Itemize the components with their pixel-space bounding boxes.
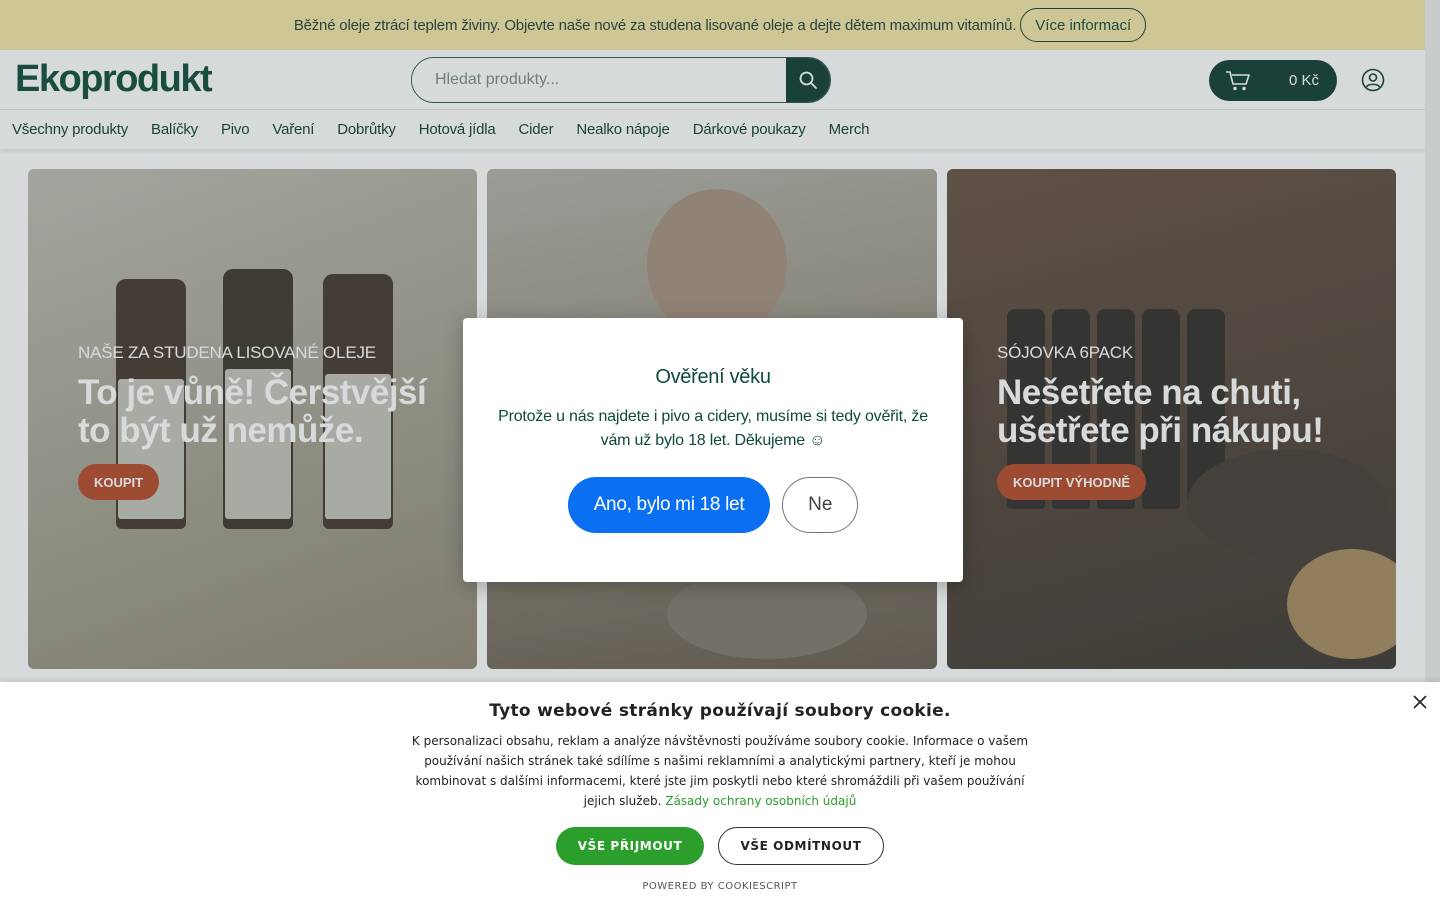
reject-all-button[interactable]: Vše odmítnout (718, 827, 884, 865)
scrollbar[interactable] (1425, 0, 1440, 682)
cookie-text: K personalizaci obsahu, reklam a analýze… (410, 731, 1030, 811)
modal-actions: Ano, bylo mi 18 let Ne (463, 477, 963, 533)
cookie-banner: Tyto webové stránky používají soubory co… (0, 682, 1440, 900)
cookie-title: Tyto webové stránky používají soubory co… (489, 701, 951, 721)
privacy-policy-link[interactable]: Zásady ochrany osobních údajů (665, 794, 856, 808)
confirm-age-button[interactable]: Ano, bylo mi 18 let (567, 477, 771, 533)
powered-by-text[interactable]: Powered by CookieScript (0, 881, 1440, 892)
modal-text: Protože u nás najdete i pivo a cidery, m… (498, 408, 928, 449)
cookie-actions: Vše přijmout Vše odmítnout (0, 827, 1440, 865)
accept-all-button[interactable]: Vše přijmout (556, 827, 704, 865)
close-icon[interactable] (1412, 694, 1428, 710)
deny-age-button[interactable]: Ne (782, 477, 859, 533)
modal-title: Ověření věku (655, 366, 771, 388)
age-verification-modal: Ověření věku Protože u nás najdete i piv… (463, 318, 963, 582)
